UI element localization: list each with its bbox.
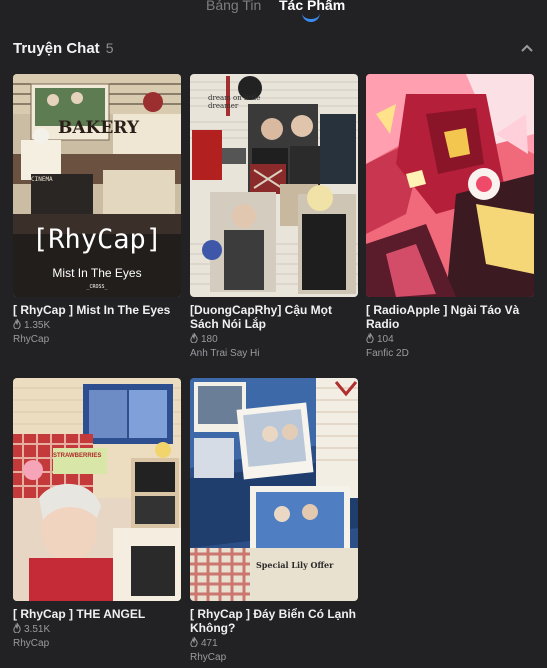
- story-card[interactable]: [ RadioApple ] Ngài Táo Và Radio 104 Fan…: [366, 74, 534, 361]
- active-tab-indicator: [302, 13, 320, 22]
- view-count: 3.51K: [13, 623, 181, 637]
- story-cover[interactable]: [366, 74, 534, 297]
- cover-note-text: dream on little dreamer: [208, 94, 261, 110]
- section-count: 5: [105, 40, 114, 56]
- chevron-up-icon[interactable]: [521, 43, 533, 53]
- section-title: Truyện Chat: [13, 40, 100, 57]
- fire-icon: [190, 333, 198, 343]
- story-author[interactable]: RhyCap: [13, 637, 181, 651]
- view-count-value: 471: [201, 638, 218, 649]
- story-cover[interactable]: dream on little dreamer: [190, 74, 358, 297]
- story-cover[interactable]: Special Lily Offer: [190, 378, 358, 601]
- cover-shop-text: BAKERY: [58, 118, 140, 138]
- cover-sub-text: Mist In The Eyes: [52, 266, 142, 280]
- section-header: Truyện Chat 5: [13, 40, 535, 62]
- view-count-value: 104: [377, 334, 394, 345]
- story-title[interactable]: [ RhyCap ] Đáy Biển Có Lạnh Không?: [190, 607, 358, 635]
- story-title[interactable]: [ RadioApple ] Ngài Táo Và Radio: [366, 303, 534, 331]
- story-card[interactable]: Special Lily Offer [ RhyCap ] Đáy Biển C…: [190, 378, 358, 665]
- cover-tag-text: _CROSS_: [86, 284, 108, 290]
- cover-label-text: STRAWBERRIES: [53, 453, 102, 459]
- story-title[interactable]: [DuongCapRhy] Cậu Mọt Sách Nói Lắp: [190, 303, 358, 331]
- fire-icon: [190, 637, 198, 647]
- fire-icon: [13, 319, 21, 329]
- story-author[interactable]: RhyCap: [13, 333, 181, 347]
- fire-icon: [366, 333, 374, 343]
- story-card[interactable]: dream on little dreamer [DuongCapRhy] Cậ…: [190, 74, 358, 361]
- story-author[interactable]: Anh Trai Say Hi: [190, 347, 358, 361]
- story-cover[interactable]: BAKERY CINEMA [RhyCap] Mist In The Eyes …: [13, 74, 181, 297]
- tab-bang-tin[interactable]: Bảng Tin: [206, 0, 261, 13]
- view-count: 104: [366, 333, 534, 347]
- view-count: 471: [190, 637, 358, 651]
- story-title[interactable]: [ RhyCap ] THE ANGEL: [13, 607, 181, 621]
- story-card[interactable]: STRAWBERRIES [ RhyCap ] THE ANGEL 3.51K …: [13, 378, 181, 651]
- cover-cinema-text: CINEMA: [31, 176, 53, 183]
- cover-main-text: [RhyCap]: [31, 224, 163, 255]
- cover-label-text: Special Lily Offer: [256, 560, 334, 570]
- story-title[interactable]: [ RhyCap ] Mist In The Eyes: [13, 303, 181, 317]
- view-count: 1.35K: [13, 319, 181, 333]
- view-count-value: 3.51K: [24, 624, 51, 635]
- story-cover[interactable]: STRAWBERRIES: [13, 378, 181, 601]
- story-card[interactable]: BAKERY CINEMA [RhyCap] Mist In The Eyes …: [13, 74, 181, 347]
- tab-bar: Bảng Tin Tác Phẩm: [0, 0, 547, 28]
- fire-icon: [13, 623, 21, 633]
- view-count: 180: [190, 333, 358, 347]
- view-count-value: 180: [201, 334, 218, 345]
- story-author[interactable]: Fanfic 2D: [366, 347, 534, 361]
- tab-tac-pham[interactable]: Tác Phẩm: [279, 0, 345, 13]
- story-author[interactable]: RhyCap: [190, 651, 358, 665]
- view-count-value: 1.35K: [24, 320, 51, 331]
